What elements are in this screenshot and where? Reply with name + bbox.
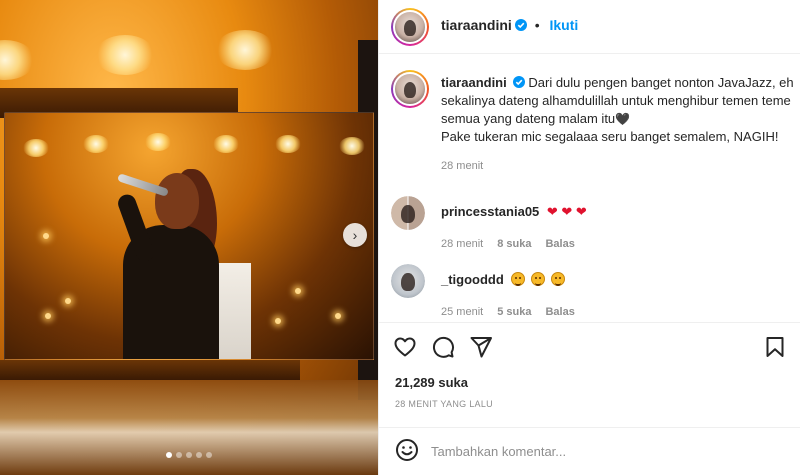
comment-time: 25 menit (441, 306, 484, 318)
comment-likes[interactable]: 5 suka (497, 306, 531, 318)
commenter-avatar[interactable] (391, 264, 425, 298)
likes-count[interactable]: 21,289 suka (395, 375, 468, 390)
stage-dot-light (43, 233, 49, 239)
carousel-dot (206, 452, 212, 458)
comment-actions: 25 menit 5 suka Balas (441, 306, 575, 318)
star-struck-emoji (550, 272, 565, 286)
stage-dot-light (335, 313, 341, 319)
star-struck-emoji (511, 272, 526, 286)
comment-likes[interactable]: 8 suka (497, 238, 531, 250)
comment-bubble-icon[interactable] (431, 335, 455, 359)
caption-username[interactable]: tiaraandini (441, 75, 507, 90)
comments-section: tiaraandini Dari dulu pengen banget nont… (379, 54, 800, 322)
carousel-dot (196, 452, 202, 458)
heart-icon[interactable] (393, 335, 417, 359)
caption-line-1: Dari dulu pengen banget nonton JavaJazz,… (528, 75, 794, 90)
photo-collage-frame (0, 380, 378, 475)
stage-spotlight (339, 137, 365, 155)
red-heart-emoji: ❤ ❤ ❤ (546, 204, 587, 219)
stage-dot-light (65, 298, 71, 304)
reply-button[interactable]: Balas (545, 238, 574, 250)
black-heart-emoji: 🖤 (615, 112, 631, 126)
carousel-next-button[interactable]: › (343, 223, 367, 247)
caption-avatar[interactable] (391, 70, 429, 108)
comment-actions: 28 menit 8 suka Balas (441, 238, 575, 250)
commenter-avatar[interactable] (391, 196, 425, 230)
photo-collage-frame (0, 360, 300, 380)
caption-line-2: sekalinya dateng alhamdulillah untuk men… (441, 93, 791, 108)
verified-badge-icon (514, 19, 527, 31)
smiley-icon[interactable] (395, 438, 419, 462)
comment-text: princesstania05 ❤ ❤ ❤ (441, 204, 587, 220)
separator-dot: • (534, 17, 540, 33)
stage-spotlight (275, 135, 301, 153)
add-comment-box (379, 427, 800, 475)
caption-line-3: semua yang dateng malam itu (441, 111, 616, 126)
stage-spotlight (145, 133, 171, 151)
stage-spotlight (23, 139, 49, 157)
reply-button[interactable]: Balas (545, 306, 574, 318)
commenter-username[interactable]: princesstania05 (441, 204, 539, 219)
star-struck-emoji (531, 272, 546, 286)
stage-light (95, 35, 155, 75)
post-timestamp: 28 MENIT YANG LALU (395, 399, 493, 409)
post-side-panel: tiaraandini • Ikuti tiaraandini Dari dul… (378, 0, 800, 475)
author-info: tiaraandini • Ikuti (441, 17, 578, 33)
author-avatar[interactable] (391, 8, 429, 46)
caption-line-4: Pake tukeran mic segalaaa seru banget se… (441, 129, 779, 144)
caption-text: tiaraandini Dari dulu pengen banget nont… (441, 74, 800, 146)
stage-dot-light (295, 288, 301, 294)
main-photo (4, 112, 374, 360)
commenter-username[interactable]: _tigooddd (441, 272, 504, 287)
chevron-right-icon: › (352, 227, 358, 243)
singer-head (155, 173, 199, 229)
stage-light (0, 40, 35, 80)
stage-spotlight (213, 135, 239, 153)
post-action-bar: 21,289 suka 28 MENIT YANG LALU (379, 322, 800, 432)
stage-dot-light (45, 313, 51, 319)
follow-button[interactable]: Ikuti (549, 17, 578, 33)
caption-time: 28 menit (441, 160, 484, 172)
comment-text: _tigooddd (441, 272, 567, 287)
carousel-indicator (166, 452, 212, 458)
post-media-carousel[interactable]: › (0, 0, 378, 475)
post-header: tiaraandini • Ikuti (379, 0, 800, 54)
comment-time: 28 menit (441, 238, 484, 250)
verified-badge-icon (512, 76, 525, 88)
carousel-dot (176, 452, 182, 458)
paper-plane-icon[interactable] (469, 335, 493, 359)
carousel-dot-active (166, 452, 172, 458)
carousel-dot (186, 452, 192, 458)
stage-spotlight (83, 135, 109, 153)
comment-input[interactable] (431, 440, 731, 462)
bookmark-icon[interactable] (763, 335, 787, 359)
stage-dot-light (275, 318, 281, 324)
author-username[interactable]: tiaraandini (441, 17, 512, 33)
action-icons (393, 335, 493, 359)
stage-light (215, 30, 275, 70)
